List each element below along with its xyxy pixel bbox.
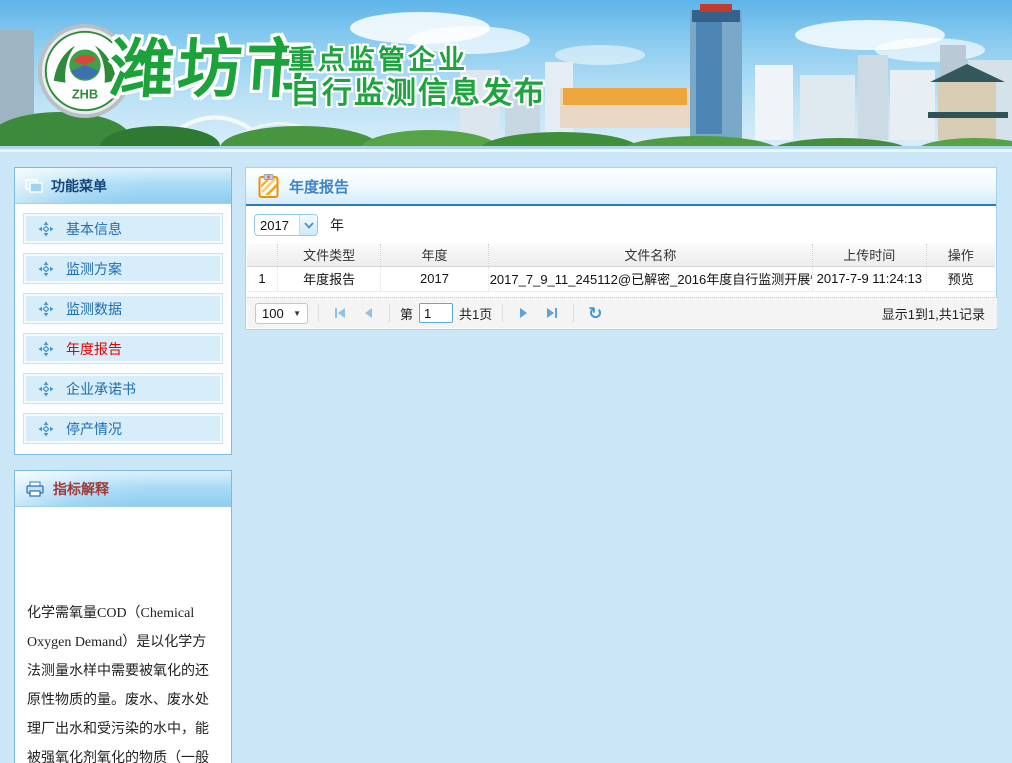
col-year: 年度: [381, 244, 488, 266]
annual-report-panel: 年度报告 2017 年 文件类型 年度 文件名称 上传时间 操作: [245, 167, 997, 330]
site-city-name: 潍坊市: [107, 18, 317, 110]
sidebar-item-monitoring-plan[interactable]: 监测方案: [23, 253, 223, 284]
annual-report-table: 文件类型 年度 文件名称 上传时间 操作 1 年度报告 2017 2017_7_…: [247, 244, 995, 292]
col-action: 操作: [926, 244, 995, 266]
next-page-button[interactable]: [513, 302, 535, 324]
function-menu-header: 功能菜单: [15, 168, 231, 204]
compass-arrows-icon: [38, 301, 54, 317]
site-subtitle-2: 自行监测信息发布: [290, 68, 546, 112]
pager-divider: [573, 304, 574, 322]
clipboard-icon: [258, 174, 279, 198]
page-prefix-label: 第: [400, 304, 413, 323]
function-menu-panel: 功能菜单 基本信息 监测方案 监测数据 年度报告 企业承诺: [14, 167, 232, 455]
prev-page-button[interactable]: [357, 302, 379, 324]
cell-upload-time: 2017-7-9 11:24:13: [813, 266, 927, 291]
col-file-name: 文件名称: [488, 244, 812, 266]
function-menu-title: 功能菜单: [51, 176, 107, 196]
printer-icon: [25, 481, 45, 497]
cell-row-number: 1: [247, 266, 277, 291]
pager-divider: [502, 304, 503, 322]
col-row-number: [247, 244, 277, 266]
sidebar-item-label: 企业承诺书: [66, 379, 136, 399]
compass-arrows-icon: [38, 261, 54, 277]
svg-text:ZHB: ZHB: [72, 86, 98, 101]
cell-year: 2017: [381, 266, 488, 291]
refresh-icon[interactable]: ↻: [584, 302, 606, 324]
col-file-type: 文件类型: [277, 244, 380, 266]
dropdown-arrow-icon: ▼: [293, 309, 301, 318]
cell-file-name: 2017_7_9_11_245112@已解密_2016年度自行监测开展情况年: [488, 266, 812, 291]
indicator-explanation-header: 指标解释: [15, 471, 231, 507]
annual-report-header: 年度报告: [246, 168, 996, 206]
chevron-down-icon[interactable]: [299, 215, 317, 235]
table-header-row: 文件类型 年度 文件名称 上传时间 操作: [247, 244, 995, 266]
compass-arrows-icon: [38, 421, 54, 437]
year-select-value: 2017: [255, 218, 299, 233]
cell-file-type: 年度报告: [277, 266, 380, 291]
pagination-bar: 100 ▼ 第 共1页 ↻ 显示1到1,共1记录: [247, 297, 997, 328]
pager-divider: [389, 304, 390, 322]
page-title: 年度报告: [289, 176, 349, 197]
sidebar-item-label: 监测方案: [66, 259, 122, 279]
compass-arrows-icon: [38, 221, 54, 237]
sidebar-item-label: 监测数据: [66, 299, 122, 319]
col-upload-time: 上传时间: [813, 244, 927, 266]
first-page-button[interactable]: [329, 302, 351, 324]
header-banner: ZHB 潍坊市 重点监管企业 自行监测信息发布: [0, 0, 1012, 152]
indicator-explanation-text: 化学需氧量COD（Chemical Oxygen Demand）是以化学方法测量…: [15, 507, 231, 763]
year-filter-row: 2017 年: [246, 206, 996, 244]
sidebar-item-monitoring-data[interactable]: 监测数据: [23, 293, 223, 324]
sidebar-item-production-halt[interactable]: 停产情况: [23, 413, 223, 444]
year-unit-label: 年: [330, 215, 344, 235]
page-size-select[interactable]: 100 ▼: [255, 303, 308, 324]
compass-arrows-icon: [38, 341, 54, 357]
compass-arrows-icon: [38, 381, 54, 397]
indicator-explanation-panel: 指标解释 化学需氧量COD（Chemical Oxygen Demand）是以化…: [14, 470, 232, 763]
sidebar-item-basic-info[interactable]: 基本信息: [23, 213, 223, 244]
sidebar-item-label: 年度报告: [66, 339, 122, 359]
page-total-label: 共1页: [459, 304, 492, 323]
folder-icon: [25, 179, 43, 193]
preview-link[interactable]: 预览: [948, 272, 974, 287]
sidebar-item-label: 基本信息: [66, 219, 122, 239]
indicator-explanation-title: 指标解释: [53, 479, 109, 499]
table-row[interactable]: 1 年度报告 2017 2017_7_9_11_245112@已解密_2016年…: [247, 266, 995, 291]
last-page-button[interactable]: [541, 302, 563, 324]
page-size-value: 100: [262, 306, 284, 321]
page-number-input[interactable]: [419, 303, 453, 323]
pager-divider: [318, 304, 319, 322]
sidebar-item-annual-report[interactable]: 年度报告: [23, 333, 223, 364]
year-select[interactable]: 2017: [254, 214, 318, 236]
sidebar-item-commitment-letter[interactable]: 企业承诺书: [23, 373, 223, 404]
sidebar-item-label: 停产情况: [66, 419, 122, 439]
pagination-summary: 显示1到1,共1记录: [882, 304, 989, 323]
